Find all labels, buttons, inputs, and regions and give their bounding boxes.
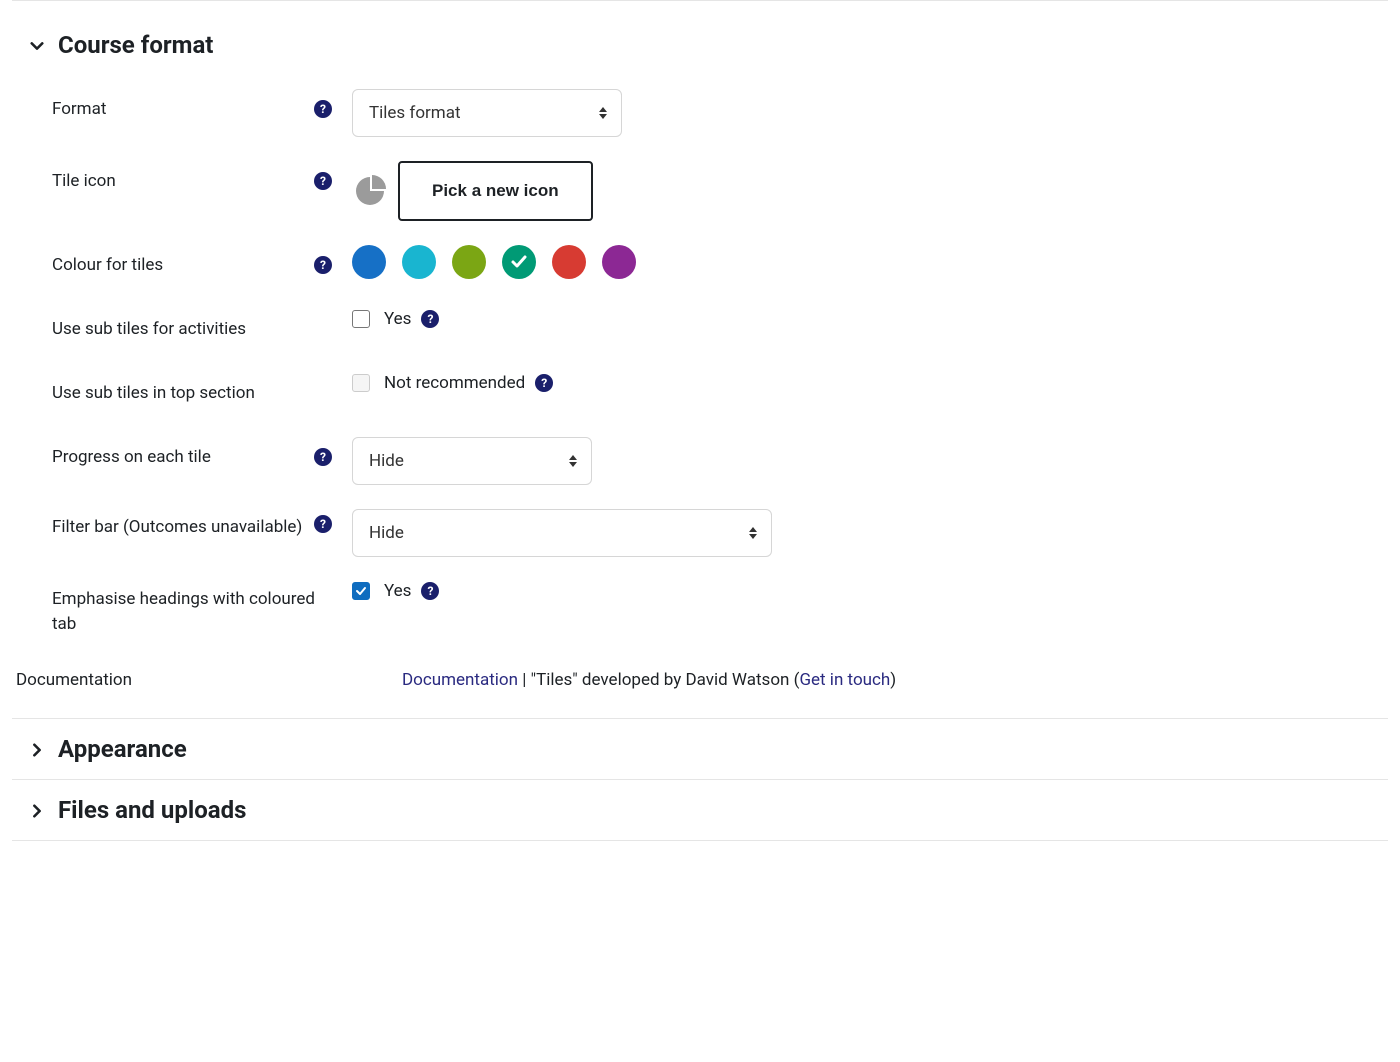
label-documentation: Documentation — [16, 668, 132, 693]
row-emphasise: Emphasise headings with coloured tab Yes… — [12, 569, 1388, 648]
help-icon[interactable]: ? — [314, 100, 332, 118]
row-format: Format ? Tiles format — [12, 77, 1388, 149]
select-value: Hide — [369, 451, 404, 471]
help-icon[interactable]: ? — [314, 172, 332, 190]
label-colour: Colour for tiles — [52, 253, 163, 278]
help-icon[interactable]: ? — [314, 256, 332, 274]
colour-swatches — [352, 245, 636, 279]
label-subtiles-activities: Use sub tiles for activities — [52, 317, 246, 342]
help-icon[interactable]: ? — [314, 448, 332, 466]
checkbox-subtiles-activities[interactable] — [352, 310, 370, 328]
caret-icon — [569, 455, 577, 467]
checkbox-label: Yes — [384, 581, 411, 601]
help-icon[interactable]: ? — [314, 515, 332, 533]
documentation-link[interactable]: Documentation — [402, 670, 518, 690]
chevron-right-icon — [30, 742, 44, 756]
colour-swatch-0[interactable] — [352, 245, 386, 279]
section-title: Appearance — [58, 735, 187, 763]
row-documentation: Documentation Documentation | "Tiles" de… — [12, 648, 1388, 719]
caret-icon — [749, 527, 757, 539]
help-icon[interactable]: ? — [535, 374, 553, 392]
checkbox-subtiles-top — [352, 374, 370, 392]
label-emphasise: Emphasise headings with coloured tab — [52, 587, 332, 636]
section-title: Course format — [58, 31, 213, 59]
row-subtiles-activities: Use sub tiles for activities Yes ? — [12, 297, 1388, 361]
label-subtiles-top: Use sub tiles in top section — [52, 381, 255, 406]
documentation-text: Documentation | "Tiles" developed by Dav… — [402, 670, 896, 690]
row-progress: Progress on each tile ? Hide — [12, 425, 1388, 497]
row-tile-icon: Tile icon ? Pick a new icon — [12, 149, 1388, 233]
select-filter-bar[interactable]: Hide — [352, 509, 772, 557]
label-filter-bar: Filter bar (Outcomes unavailable) — [52, 515, 302, 540]
colour-swatch-3[interactable] — [502, 245, 536, 279]
caret-icon — [599, 107, 607, 119]
select-format[interactable]: Tiles format — [352, 89, 622, 137]
checkbox-emphasise[interactable] — [352, 582, 370, 600]
select-value: Tiles format — [369, 103, 461, 123]
pie-chart-icon — [352, 173, 388, 209]
colour-swatch-5[interactable] — [602, 245, 636, 279]
colour-swatch-2[interactable] — [452, 245, 486, 279]
row-filter-bar: Filter bar (Outcomes unavailable) ? Hide — [12, 497, 1388, 569]
select-progress[interactable]: Hide — [352, 437, 592, 485]
chevron-right-icon — [30, 803, 44, 817]
section-title: Files and uploads — [58, 796, 246, 824]
row-colour: Colour for tiles ? — [12, 233, 1388, 297]
select-value: Hide — [369, 523, 404, 543]
checkbox-label: Not recommended — [384, 373, 525, 393]
chevron-down-icon — [30, 38, 44, 52]
section-header-files[interactable]: Files and uploads — [12, 780, 1388, 841]
help-icon[interactable]: ? — [421, 310, 439, 328]
colour-swatch-4[interactable] — [552, 245, 586, 279]
row-subtiles-top: Use sub tiles in top section Not recomme… — [12, 361, 1388, 425]
help-icon[interactable]: ? — [421, 582, 439, 600]
section-header-course-format[interactable]: Course format — [12, 23, 1388, 77]
label-progress: Progress on each tile — [52, 445, 211, 470]
label-tile-icon: Tile icon — [52, 169, 116, 194]
label-format: Format — [52, 97, 106, 122]
section-header-appearance[interactable]: Appearance — [12, 719, 1388, 780]
checkbox-label: Yes — [384, 309, 411, 329]
get-in-touch-link[interactable]: Get in touch — [799, 670, 890, 690]
colour-swatch-1[interactable] — [402, 245, 436, 279]
pick-new-icon-button[interactable]: Pick a new icon — [398, 161, 593, 221]
